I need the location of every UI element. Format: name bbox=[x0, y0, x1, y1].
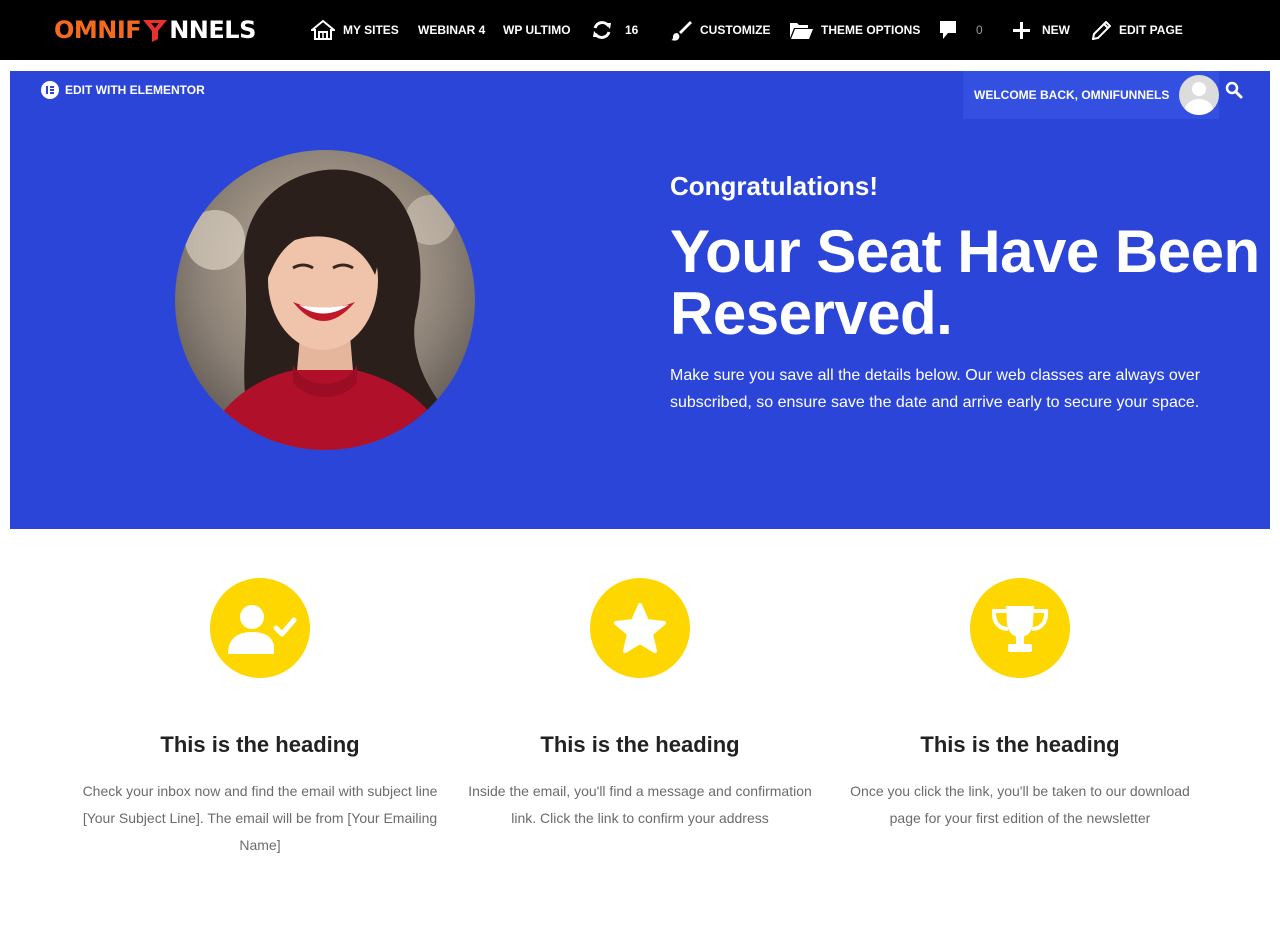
new-label: NEW bbox=[1042, 23, 1070, 37]
webinar-label: WEBINAR 4 bbox=[418, 23, 486, 37]
account-menu[interactable]: WELCOME BACK, OMNIFUNNELS bbox=[963, 71, 1219, 119]
folder-open-icon bbox=[790, 23, 813, 39]
my-sites-label: MY SITES bbox=[343, 23, 399, 37]
new-content-menu[interactable]: NEW bbox=[1013, 15, 1070, 45]
plus-icon bbox=[1013, 21, 1030, 39]
theme-options-link[interactable]: THEME OPTIONS bbox=[789, 15, 920, 45]
edit-page-link[interactable]: EDIT PAGE bbox=[1092, 15, 1183, 45]
feature-text: Inside the email, you'll find a message … bbox=[468, 783, 812, 826]
webinar-site-link[interactable]: WEBINAR 4 bbox=[418, 15, 485, 45]
logo-text-part1: OMNIF bbox=[54, 16, 142, 44]
star-icon bbox=[590, 578, 690, 678]
avatar bbox=[1179, 75, 1219, 115]
customize-label: CUSTOMIZE bbox=[700, 23, 771, 37]
updates-count: 16 bbox=[625, 23, 639, 37]
edit-page-label: EDIT PAGE bbox=[1119, 23, 1183, 37]
logo-text-part2: NNELS bbox=[169, 16, 256, 44]
hero-portrait-image bbox=[175, 150, 475, 450]
user-check-icon bbox=[210, 578, 310, 678]
search-icon[interactable] bbox=[1225, 81, 1243, 104]
my-sites-icon bbox=[311, 19, 335, 40]
elementor-icon bbox=[41, 81, 59, 99]
comments-count: 0 bbox=[976, 23, 983, 37]
updates-link[interactable]: 16 bbox=[591, 15, 638, 45]
feature-heading: This is the heading bbox=[920, 732, 1120, 757]
feature-card-3: This is the heading Once you click the l… bbox=[830, 578, 1210, 832]
admin-bar: OMNIF NNELS MY SITES WEBINAR 4 WP ULTIMO… bbox=[0, 0, 1280, 60]
comments-link[interactable]: 0 bbox=[939, 15, 983, 45]
trophy-icon bbox=[970, 578, 1070, 678]
feature-heading: This is the heading bbox=[540, 732, 740, 757]
theme-options-label: THEME OPTIONS bbox=[821, 23, 921, 37]
funnel-logo-icon bbox=[142, 17, 168, 43]
feature-card-2: This is the heading Inside the email, yo… bbox=[450, 578, 830, 832]
feature-card-1: This is the heading Check your inbox now… bbox=[70, 578, 450, 859]
hero-section: EDIT WITH ELEMENTOR WELCOME BACK, OMNIFU… bbox=[10, 71, 1270, 529]
page-headline: Your Seat Have Been Reserved. bbox=[670, 218, 1260, 347]
my-sites-menu[interactable]: MY SITES bbox=[311, 15, 399, 45]
congrats-subheading: Congratulations! bbox=[670, 171, 878, 201]
omnifunnels-logo[interactable]: OMNIF NNELS bbox=[54, 16, 256, 44]
wp-ultimo-link[interactable]: WP ULTIMO bbox=[503, 15, 571, 45]
pencil-icon bbox=[1092, 20, 1111, 40]
welcome-text: WELCOME BACK, OMNIFUNNELS bbox=[974, 88, 1170, 102]
updates-refresh-icon bbox=[593, 21, 611, 39]
edit-with-elementor-button[interactable]: EDIT WITH ELEMENTOR bbox=[41, 81, 205, 99]
paintbrush-icon bbox=[671, 20, 692, 41]
feature-text: Once you click the link, you'll be taken… bbox=[850, 783, 1190, 826]
hero-description: Make sure you save all the details below… bbox=[670, 367, 1201, 411]
wp-ultimo-label: WP ULTIMO bbox=[503, 23, 571, 37]
edit-with-elementor-label: EDIT WITH ELEMENTOR bbox=[65, 83, 205, 97]
feature-heading: This is the heading bbox=[160, 732, 360, 757]
comment-icon bbox=[940, 21, 956, 39]
customize-link[interactable]: CUSTOMIZE bbox=[671, 15, 770, 45]
feature-text: Check your inbox now and find the email … bbox=[82, 783, 438, 853]
